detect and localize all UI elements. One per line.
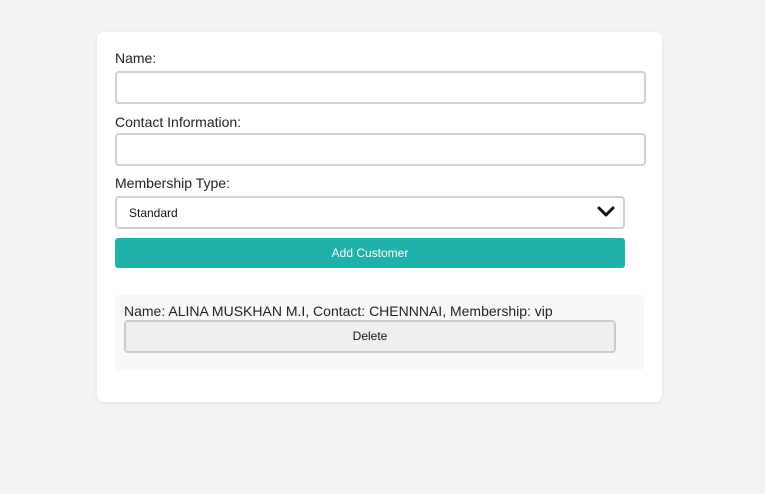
customer-form-card: Name: Contact Information: Membership Ty… — [97, 32, 662, 402]
chevron-down-icon — [597, 205, 615, 219]
customer-summary: Name: ALINA MUSKHAN M.I, Contact: CHENNN… — [124, 303, 553, 319]
contact-input[interactable] — [115, 133, 646, 166]
delete-button[interactable]: Delete — [124, 320, 616, 353]
membership-select[interactable]: Standard — [115, 196, 625, 229]
contact-label: Contact Information: — [115, 114, 242, 130]
list-item: Name: ALINA MUSKHAN M.I, Contact: CHENNN… — [115, 295, 644, 370]
membership-selected-value: Standard — [129, 206, 178, 220]
add-customer-button[interactable]: Add Customer — [115, 238, 625, 268]
name-input[interactable] — [115, 71, 646, 104]
membership-label: Membership Type: — [115, 175, 230, 191]
name-label: Name: — [115, 50, 157, 66]
